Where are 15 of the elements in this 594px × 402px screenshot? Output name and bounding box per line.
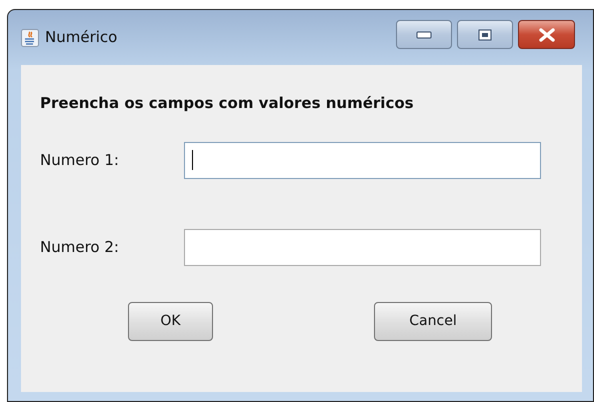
cancel-button[interactable]: Cancel — [374, 302, 492, 340]
input-field[interactable] — [184, 142, 541, 178]
field-label: Numero 2: — [40, 236, 120, 258]
window-title: Numérico — [45, 27, 118, 48]
minimize-button[interactable] — [396, 20, 452, 49]
minimize-icon — [416, 30, 432, 38]
maximize-icon — [478, 28, 492, 40]
close-icon — [538, 28, 556, 42]
input-field[interactable] — [184, 228, 541, 266]
ok-button[interactable]: OK — [128, 302, 213, 340]
instruction-text: Preencha os campos com valores numéricos — [40, 93, 415, 114]
cup-icon — [21, 28, 39, 46]
close-button[interactable] — [518, 20, 575, 49]
maximize-button[interactable] — [457, 20, 513, 49]
field-label: Numero 1: — [40, 150, 120, 171]
